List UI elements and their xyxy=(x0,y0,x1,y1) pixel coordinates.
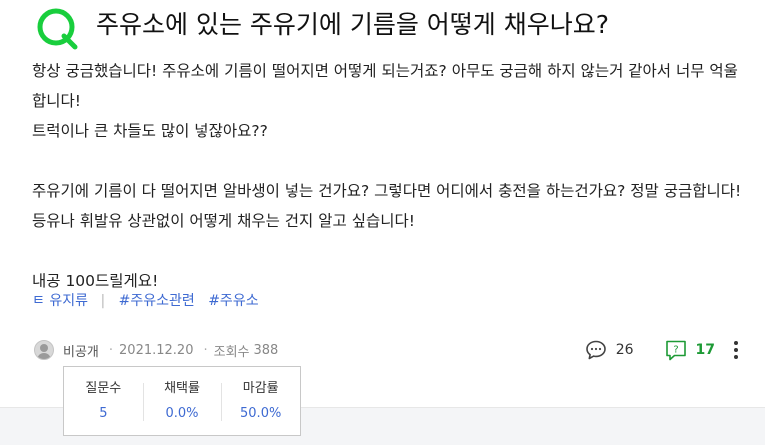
question-body-line: 주유기에 기름이 다 떨어지면 알바생이 넣는 건가요? 그렇다면 어디에서 충… xyxy=(32,182,742,230)
question-body: 항상 궁금했습니다! 주유소에 기름이 떨어지면 어떻게 되는거죠? 아무도 궁… xyxy=(32,56,747,296)
answer-question-icon[interactable]: ? xyxy=(664,338,688,362)
question-q-icon xyxy=(37,8,78,50)
avatar-shoulder-shape xyxy=(37,353,51,359)
comment-icon[interactable] xyxy=(584,338,608,362)
author-name[interactable]: 비공개 xyxy=(63,341,99,360)
question-meta: 비공개 · 2021.12.20 · 조회수 388 xyxy=(34,338,278,362)
tag-link[interactable]: #주유소관련 xyxy=(119,293,195,309)
tag-divider: | xyxy=(100,293,106,309)
category-link[interactable]: ㅌ 유지류 xyxy=(32,293,88,309)
meta-separator: · xyxy=(108,342,114,358)
question-actions: 26 ? 17 xyxy=(584,338,739,362)
question-body-blank-line xyxy=(32,146,747,176)
stat-label: 마감률 xyxy=(242,380,279,396)
views-count: 388 xyxy=(253,342,279,358)
stat-question-count: 질문수 5 xyxy=(64,379,143,424)
stat-label: 질문수 xyxy=(85,380,122,396)
stat-label: 채택률 xyxy=(164,380,200,396)
comment-count[interactable]: 26 xyxy=(616,342,634,358)
views-label: 조회수 xyxy=(213,344,250,360)
post-date: 2021.12.20 xyxy=(119,342,194,358)
author-stats-popup: 질문수 5 채택률 0.0% 마감률 50.0% xyxy=(63,366,301,436)
tag-link[interactable]: #주유소 xyxy=(208,293,258,309)
stat-value: 0.0% xyxy=(165,405,199,421)
avatar[interactable] xyxy=(34,340,54,360)
stat-value: 50.0% xyxy=(240,405,282,421)
more-options-icon[interactable] xyxy=(733,339,739,361)
question-title: 주유소에 있는 주유기에 기름을 어떻게 채우나요? xyxy=(96,10,610,39)
question-body-line: 항상 궁금했습니다! 주유소에 기름이 떨어지면 어떻게 되는거죠? 아무도 궁… xyxy=(32,62,738,110)
question-body-blank-line xyxy=(32,236,747,266)
svg-text:?: ? xyxy=(673,345,678,356)
answer-count[interactable]: 17 xyxy=(696,342,715,358)
tag-list: ㅌ 유지류 | #주유소관련 #주유소 xyxy=(32,290,268,312)
avatar-head-shape xyxy=(40,344,48,352)
meta-separator: · xyxy=(203,342,208,358)
stat-value: 5 xyxy=(99,405,108,421)
stat-adoption-rate: 채택률 0.0% xyxy=(142,379,222,424)
question-body-line: 트럭이나 큰 차들도 많이 넣잖아요?? xyxy=(32,122,268,140)
stat-closing-rate: 마감률 50.0% xyxy=(221,379,300,424)
